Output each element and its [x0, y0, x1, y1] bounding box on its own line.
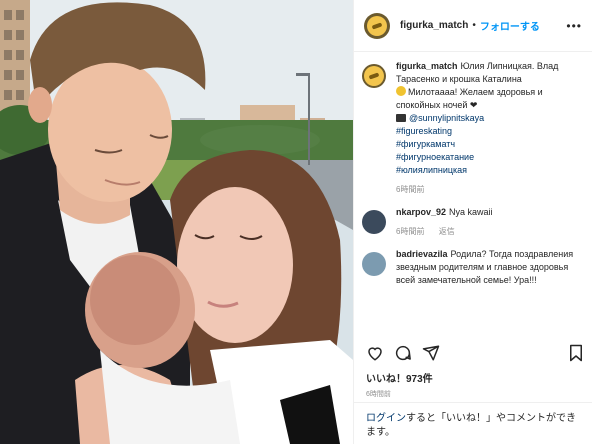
comment-avatar[interactable]	[362, 252, 386, 276]
caption-mention[interactable]: @sunnylipnitskaya	[409, 113, 484, 123]
login-prompt: ログインすると「いいね！」やコメントができます。	[354, 402, 592, 440]
comment-username[interactable]: nkarpov_92	[396, 207, 446, 217]
comment-item: nkarpov_92 Nya kawaii 6時間前 返信	[362, 206, 584, 238]
bookmark-icon[interactable]	[568, 344, 584, 362]
comment-time: 6時間前	[396, 227, 425, 236]
more-options-icon[interactable]: •••	[566, 19, 582, 33]
hashtag-link[interactable]: #figureskating	[396, 125, 584, 138]
comment-username[interactable]: badrievazila	[396, 249, 448, 259]
action-bar	[366, 342, 584, 364]
caption-time: 6時間前	[396, 185, 425, 194]
follow-button[interactable]: フォローする	[480, 18, 540, 33]
caption-username[interactable]: figurka_match	[396, 61, 458, 71]
reply-button[interactable]: 返信	[439, 227, 455, 236]
hashtag-link[interactable]: #фигуркаматч	[396, 138, 584, 151]
post-time: 6時間前	[366, 391, 391, 398]
comment-text: Nya kawaii	[449, 207, 493, 217]
account-avatar[interactable]	[364, 12, 390, 39]
caption: figurka_match Юлия Липницкая. Влад Тарасе…	[362, 60, 584, 196]
comment-icon[interactable]	[394, 344, 412, 362]
comment-avatar[interactable]	[362, 210, 386, 234]
account-username[interactable]: figurka_match	[400, 20, 468, 31]
caption-avatar[interactable]	[362, 64, 386, 88]
comment-item: badrievazila Родила? Тогда поздравления з…	[362, 248, 584, 287]
separator-dot: •	[472, 20, 476, 31]
likes-count[interactable]: いいね！973件	[366, 370, 433, 385]
smiley-emoji-icon	[396, 86, 406, 96]
hashtag-link[interactable]: #фигурноекатание	[396, 151, 584, 164]
camera-emoji-icon	[396, 114, 406, 122]
post-side-panel: figurka_match • フォローする ••• figurka_match…	[353, 0, 592, 444]
login-link[interactable]: ログイン	[366, 413, 406, 424]
caption-text-line2: Милотаааа! Желаем здоровья и спокойных н…	[396, 87, 543, 110]
share-icon[interactable]	[422, 344, 440, 362]
post-header: figurka_match • フォローする •••	[354, 0, 592, 52]
comments-list[interactable]: figurka_match Юлия Липницкая. Влад Тарасе…	[354, 60, 592, 335]
post-photo	[0, 0, 353, 444]
heart-icon[interactable]	[366, 344, 384, 362]
hashtag-link[interactable]: #юлиялипницкая	[396, 164, 584, 177]
